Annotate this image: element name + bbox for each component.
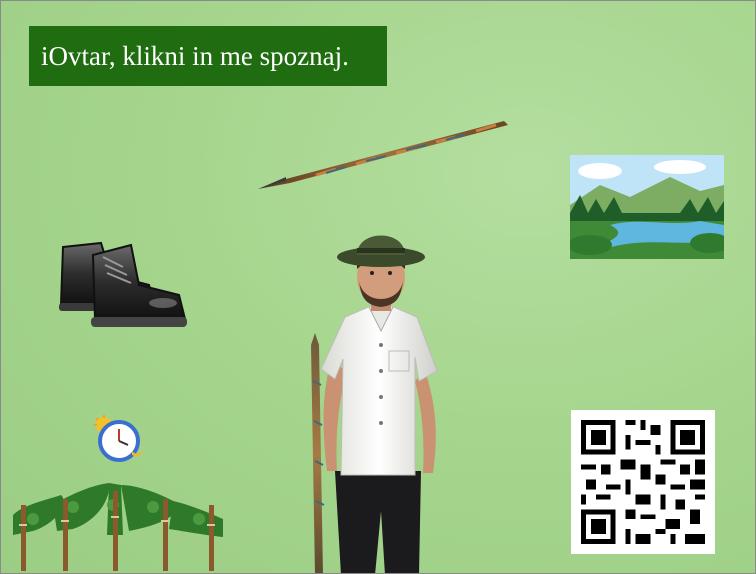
clock-icon[interactable] xyxy=(92,415,146,465)
boots-icon[interactable] xyxy=(53,227,191,337)
landscape-icon[interactable] xyxy=(570,155,724,259)
vineyard-icon[interactable] xyxy=(13,475,223,571)
title-banner[interactable]: iOvtar, klikni in me spoznaj. xyxy=(29,26,387,86)
qr-code-icon[interactable] xyxy=(571,410,715,554)
scene-canvas: iOvtar, klikni in me spoznaj. xyxy=(0,0,756,574)
spear-icon[interactable] xyxy=(256,113,512,193)
shepherd-character[interactable] xyxy=(301,221,461,574)
